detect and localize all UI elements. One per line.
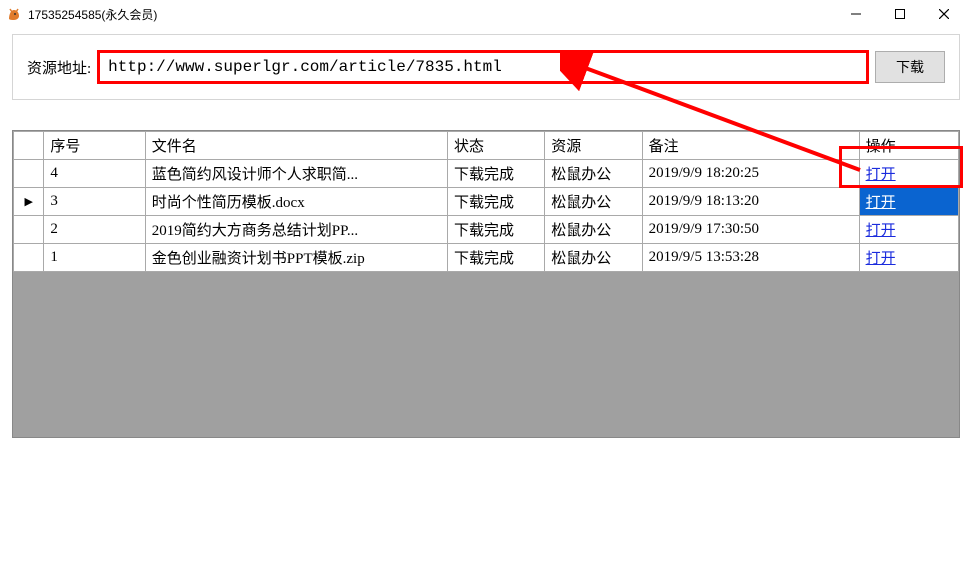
window-title: 17535254585(永久会员) [28, 6, 157, 23]
cell-resource: 松鼠办公 [545, 188, 642, 216]
open-link[interactable]: 打开 [866, 195, 896, 211]
table-row[interactable]: ▶3时尚个性简历模板.docx下载完成松鼠办公2019/9/9 18:13:20… [14, 188, 959, 216]
table-row[interactable]: 1金色创业融资计划书PPT模板.zip下载完成松鼠办公2019/9/5 13:5… [14, 244, 959, 272]
cell-filename: 金色创业融资计划书PPT模板.zip [145, 244, 447, 272]
cell-note: 2019/9/5 13:53:28 [642, 244, 859, 272]
open-link[interactable]: 打开 [866, 167, 896, 183]
header-seq[interactable]: 序号 [44, 132, 145, 160]
address-label: 资源地址: [27, 57, 91, 78]
window-controls [834, 0, 966, 28]
cell-action: 打开 [859, 188, 958, 216]
cell-seq: 4 [44, 160, 145, 188]
table-row[interactable]: 4蓝色简约风设计师个人求职简...下载完成松鼠办公2019/9/9 18:20:… [14, 160, 959, 188]
maximize-button[interactable] [878, 0, 922, 28]
cell-note: 2019/9/9 17:30:50 [642, 216, 859, 244]
app-icon [6, 6, 22, 22]
cell-resource: 松鼠办公 [545, 160, 642, 188]
cell-resource: 松鼠办公 [545, 216, 642, 244]
row-marker [14, 244, 44, 272]
grid-empty-area [13, 272, 959, 432]
open-link[interactable]: 打开 [866, 223, 896, 239]
cell-action: 打开 [859, 244, 958, 272]
header-status[interactable]: 状态 [447, 132, 544, 160]
download-grid: 序号 文件名 状态 资源 备注 操作 4蓝色简约风设计师个人求职简...下载完成… [12, 130, 960, 438]
minimize-button[interactable] [834, 0, 878, 28]
cell-filename: 时尚个性简历模板.docx [145, 188, 447, 216]
cell-status: 下载完成 [447, 216, 544, 244]
cell-status: 下载完成 [447, 244, 544, 272]
download-button[interactable]: 下载 [875, 51, 945, 83]
cell-action: 打开 [859, 216, 958, 244]
url-input[interactable] [97, 50, 869, 84]
cell-note: 2019/9/9 18:13:20 [642, 188, 859, 216]
header-note[interactable]: 备注 [642, 132, 859, 160]
cell-note: 2019/9/9 18:20:25 [642, 160, 859, 188]
grid-header-row: 序号 文件名 状态 资源 备注 操作 [14, 132, 959, 160]
cell-filename: 2019简约大方商务总结计划PP... [145, 216, 447, 244]
header-marker [14, 132, 44, 160]
cell-seq: 3 [44, 188, 145, 216]
cell-seq: 2 [44, 216, 145, 244]
row-marker [14, 216, 44, 244]
close-button[interactable] [922, 0, 966, 28]
cell-seq: 1 [44, 244, 145, 272]
cell-action: 打开 [859, 160, 958, 188]
cell-filename: 蓝色简约风设计师个人求职简... [145, 160, 447, 188]
cell-status: 下载完成 [447, 160, 544, 188]
header-filename[interactable]: 文件名 [145, 132, 447, 160]
titlebar: 17535254585(永久会员) [0, 0, 972, 28]
open-link[interactable]: 打开 [866, 251, 896, 267]
row-marker [14, 160, 44, 188]
cell-status: 下载完成 [447, 188, 544, 216]
table-row[interactable]: 22019简约大方商务总结计划PP...下载完成松鼠办公2019/9/9 17:… [14, 216, 959, 244]
address-panel: 资源地址: 下载 [12, 34, 960, 100]
cell-resource: 松鼠办公 [545, 244, 642, 272]
header-action[interactable]: 操作 [859, 132, 958, 160]
row-marker: ▶ [14, 188, 44, 216]
header-resource[interactable]: 资源 [545, 132, 642, 160]
